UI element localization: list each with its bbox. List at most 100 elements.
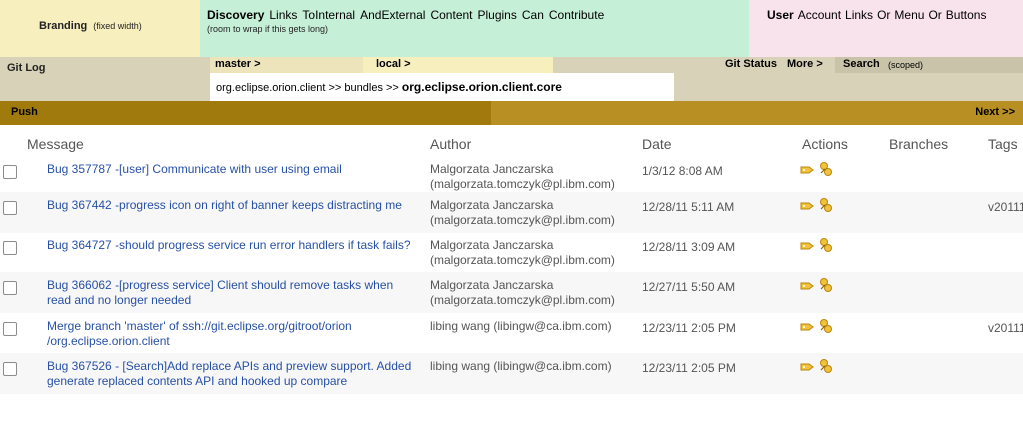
commit-message-link[interactable]: Bug 366062 -[progress service] Client sh… bbox=[47, 278, 412, 308]
author-name: Malgorzata Janczarska bbox=[430, 198, 554, 212]
header-actions: Actions bbox=[802, 136, 848, 152]
next-bar: Next >> bbox=[491, 101, 1023, 125]
more-menu[interactable]: More > bbox=[787, 58, 823, 70]
commit-author: Malgorzata Janczarska (malgorzata.tomczyk… bbox=[430, 198, 640, 228]
user-link-menu[interactable]: Menu bbox=[894, 8, 924, 22]
search-scope: (scoped) bbox=[888, 60, 924, 70]
rebase-icon[interactable] bbox=[818, 161, 834, 177]
user-link-links[interactable]: Links bbox=[845, 8, 873, 22]
discovery-link-contribute[interactable]: Contribute bbox=[549, 8, 604, 22]
table-row: Bug 357787 -[user] Communicate with user… bbox=[0, 156, 1023, 197]
master-branch-label[interactable]: master > bbox=[215, 58, 261, 70]
header-author: Author bbox=[430, 136, 472, 152]
commit-date: 1/3/12 8:08 AM bbox=[642, 164, 723, 178]
tag-icon[interactable] bbox=[800, 323, 814, 331]
row-checkbox[interactable] bbox=[3, 165, 17, 179]
table-row: Bug 367442 -progress icon on right of ba… bbox=[0, 192, 1023, 233]
user-link-user[interactable]: User bbox=[767, 8, 794, 22]
user-account-area: User Account Links Or Menu Or Buttons bbox=[749, 0, 1023, 57]
git-status-link[interactable]: Git Status bbox=[725, 58, 777, 70]
row-checkbox[interactable] bbox=[3, 241, 17, 255]
row-checkbox[interactable] bbox=[3, 281, 17, 295]
tag-icon[interactable] bbox=[800, 242, 814, 250]
table-row: Merge branch 'master' of ssh://git.eclip… bbox=[0, 313, 1023, 354]
branding-title: Branding (fixed width) bbox=[39, 20, 142, 32]
page-title: Git Log bbox=[7, 62, 46, 74]
user-link-or-2[interactable]: Or bbox=[928, 8, 941, 22]
user-link-account[interactable]: Account bbox=[798, 8, 841, 22]
rebase-icon[interactable] bbox=[818, 358, 834, 374]
master-branch-selector[interactable]: master > bbox=[210, 57, 363, 73]
tag-icon[interactable] bbox=[800, 166, 814, 174]
local-branch-label[interactable]: local > bbox=[376, 58, 411, 70]
table-row: Bug 364727 -should progress service run … bbox=[0, 232, 1023, 273]
discovery-note: (room to wrap if this gets long) bbox=[207, 24, 329, 34]
commit-author: libing wang (libingw@ca.ibm.com) bbox=[430, 359, 640, 374]
author-name: Malgorzata Janczarska bbox=[430, 278, 554, 292]
commit-date: 12/28/11 5:11 AM bbox=[642, 200, 735, 214]
discovery-links-area: Discovery Links ToInternal AndExternal Conte… bbox=[200, 0, 749, 57]
table-row: Bug 366062 -[progress service] Client sh… bbox=[0, 272, 1023, 313]
branding-label: Branding bbox=[39, 20, 88, 32]
commit-message-link[interactable]: Bug 357787 -[user] Communicate with user… bbox=[47, 162, 412, 177]
discovery-link-content[interactable]: Content bbox=[430, 8, 472, 22]
author-email: (malgorzata.tomczyk@pl.ibm.com) bbox=[430, 293, 615, 307]
commit-message-link[interactable]: Merge branch 'master' of ssh://git.eclip… bbox=[47, 319, 412, 349]
branding-area: Branding (fixed width) bbox=[0, 0, 200, 57]
discovery-link-can[interactable]: Can bbox=[522, 8, 544, 22]
row-checkbox[interactable] bbox=[3, 362, 17, 376]
discovery-link-andexternal[interactable]: AndExternal bbox=[360, 8, 425, 22]
tag-icon[interactable] bbox=[800, 282, 814, 290]
author-email: (malgorzata.tomczyk@pl.ibm.com) bbox=[430, 213, 615, 227]
rebase-icon[interactable] bbox=[818, 277, 834, 293]
branding-subtitle: (fixed width) bbox=[93, 21, 142, 31]
push-bar: Push bbox=[0, 101, 491, 125]
local-branch-selector[interactable]: local > bbox=[363, 57, 553, 73]
breadcrumb-text: org.eclipse.orion.client >> bundles >> o… bbox=[216, 80, 562, 94]
push-button[interactable]: Push bbox=[11, 106, 38, 118]
commit-date: 12/23/11 2:05 PM bbox=[642, 321, 736, 335]
commit-author: Malgorzata Janczarska (malgorzata.tomczyk… bbox=[430, 238, 640, 268]
commit-author: libing wang (libingw@ca.ibm.com) bbox=[430, 319, 640, 334]
commit-message-link[interactable]: Bug 364727 -should progress service run … bbox=[47, 238, 412, 253]
author-name: libing wang (libingw@ca.ibm.com) bbox=[430, 359, 612, 373]
rebase-icon[interactable] bbox=[818, 197, 834, 213]
discovery-link-tointernal[interactable]: ToInternal bbox=[302, 8, 355, 22]
row-checkbox[interactable] bbox=[3, 322, 17, 336]
commit-date: 12/23/11 2:05 PM bbox=[642, 361, 736, 375]
author-name: Malgorzata Janczarska bbox=[430, 238, 554, 252]
author-name: Malgorzata Janczarska bbox=[430, 162, 554, 176]
user-link-or[interactable]: Or bbox=[877, 8, 890, 22]
user-account-links: User Account Links Or Menu Or Buttons bbox=[767, 8, 990, 22]
breadcrumb: org.eclipse.orion.client >> bundles >> o… bbox=[210, 73, 674, 101]
next-button[interactable]: Next >> bbox=[975, 106, 1015, 118]
breadcrumb-current: org.eclipse.orion.client.core bbox=[401, 80, 562, 94]
search-label[interactable]: Search bbox=[843, 58, 880, 70]
rebase-icon[interactable] bbox=[818, 318, 834, 334]
breadcrumb-filler bbox=[674, 73, 1023, 101]
search-box[interactable]: Search (scoped) bbox=[835, 57, 1023, 73]
header-message: Message bbox=[27, 136, 84, 152]
page-title-area: Git Log bbox=[0, 57, 210, 101]
commit-author: Malgorzata Janczarska (malgorzata.tomczyk… bbox=[430, 278, 640, 308]
author-email: (malgorzata.tomczyk@pl.ibm.com) bbox=[430, 177, 615, 191]
breadcrumb-path[interactable]: org.eclipse.orion.client >> bundles >> bbox=[216, 82, 402, 94]
discovery-link-plugins[interactable]: Plugins bbox=[478, 8, 517, 22]
tag-icon[interactable] bbox=[800, 363, 814, 371]
commit-date: 12/27/11 5:50 AM bbox=[642, 280, 736, 294]
discovery-link-links[interactable]: Links bbox=[269, 8, 297, 22]
author-name: libing wang (libingw@ca.ibm.com) bbox=[430, 319, 612, 333]
commit-message-link[interactable]: Bug 367442 -progress icon on right of ba… bbox=[47, 198, 412, 213]
rebase-icon[interactable] bbox=[818, 237, 834, 253]
table-row: Bug 367526 - [Search]Add replace APIs an… bbox=[0, 353, 1023, 394]
discovery-link-discovery[interactable]: Discovery bbox=[207, 8, 264, 22]
commit-message-link[interactable]: Bug 367526 - [Search]Add replace APIs an… bbox=[47, 359, 412, 389]
row-checkbox[interactable] bbox=[3, 201, 17, 215]
tag-icon[interactable] bbox=[800, 202, 814, 210]
commit-author: Malgorzata Janczarska (malgorzata.tomczyk… bbox=[430, 162, 640, 192]
commit-tag[interactable]: v20111 bbox=[988, 321, 1023, 335]
commit-tag[interactable]: v20111 bbox=[988, 200, 1023, 214]
header-tags: Tags bbox=[988, 136, 1018, 152]
author-email: (malgorzata.tomczyk@pl.ibm.com) bbox=[430, 253, 615, 267]
user-link-buttons[interactable]: Buttons bbox=[946, 8, 987, 22]
